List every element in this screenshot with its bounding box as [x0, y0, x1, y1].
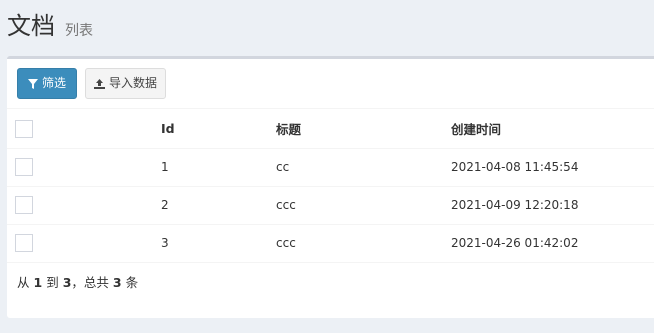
cell-id: 2 [161, 186, 276, 225]
pagination-summary: 从 1 到 3，总共 3 条 [17, 275, 139, 290]
cell-title: ccc [276, 186, 451, 225]
upload-icon [93, 78, 105, 89]
row-checkbox[interactable] [15, 158, 33, 176]
column-header-created[interactable]: 创建时间 [451, 110, 654, 149]
cell-created: 2021-04-09 12:20:18 [451, 186, 654, 225]
import-data-button[interactable]: 导入数据 [85, 68, 166, 99]
table-row[interactable]: 2 ccc 2021-04-09 12:20:18 [7, 186, 654, 225]
table-row[interactable]: 3 ccc 2021-04-26 01:42:02 [7, 224, 654, 263]
cell-id: 3 [161, 224, 276, 263]
documents-table: Id 标题 创建时间 1 cc 2021-04-08 11:45:54 2 cc… [7, 110, 654, 263]
filter-button[interactable]: 筛选 [17, 68, 77, 99]
cell-title: cc [276, 148, 451, 187]
row-checkbox[interactable] [15, 234, 33, 252]
column-header-title[interactable]: 标题 [276, 110, 451, 149]
content-box: 筛选 导入数据 Id 标题 创建时间 1 cc 2021-04-08 11:45… [7, 56, 654, 318]
select-all-checkbox[interactable] [15, 119, 33, 138]
range-from: 1 [33, 275, 43, 290]
cell-title: ccc [276, 224, 451, 263]
table-header-row: Id 标题 创建时间 [7, 110, 654, 149]
total-count: 3 [112, 275, 122, 290]
cell-id: 1 [161, 148, 276, 187]
import-data-button-label: 导入数据 [108, 76, 157, 90]
page-subtitle: 列表 [65, 23, 93, 39]
row-checkbox[interactable] [15, 196, 33, 214]
table-row[interactable]: 1 cc 2021-04-08 11:45:54 [7, 148, 654, 187]
cell-created: 2021-04-08 11:45:54 [451, 148, 654, 187]
filter-button-label: 筛选 [41, 76, 66, 90]
column-header-id[interactable]: Id [161, 110, 276, 149]
cell-created: 2021-04-26 01:42:02 [451, 224, 654, 263]
filter-icon [27, 78, 38, 89]
page-header: 文档 列表 [0, 0, 654, 56]
toolbar: 筛选 导入数据 [7, 59, 654, 109]
page-title: 文档 [7, 12, 55, 40]
